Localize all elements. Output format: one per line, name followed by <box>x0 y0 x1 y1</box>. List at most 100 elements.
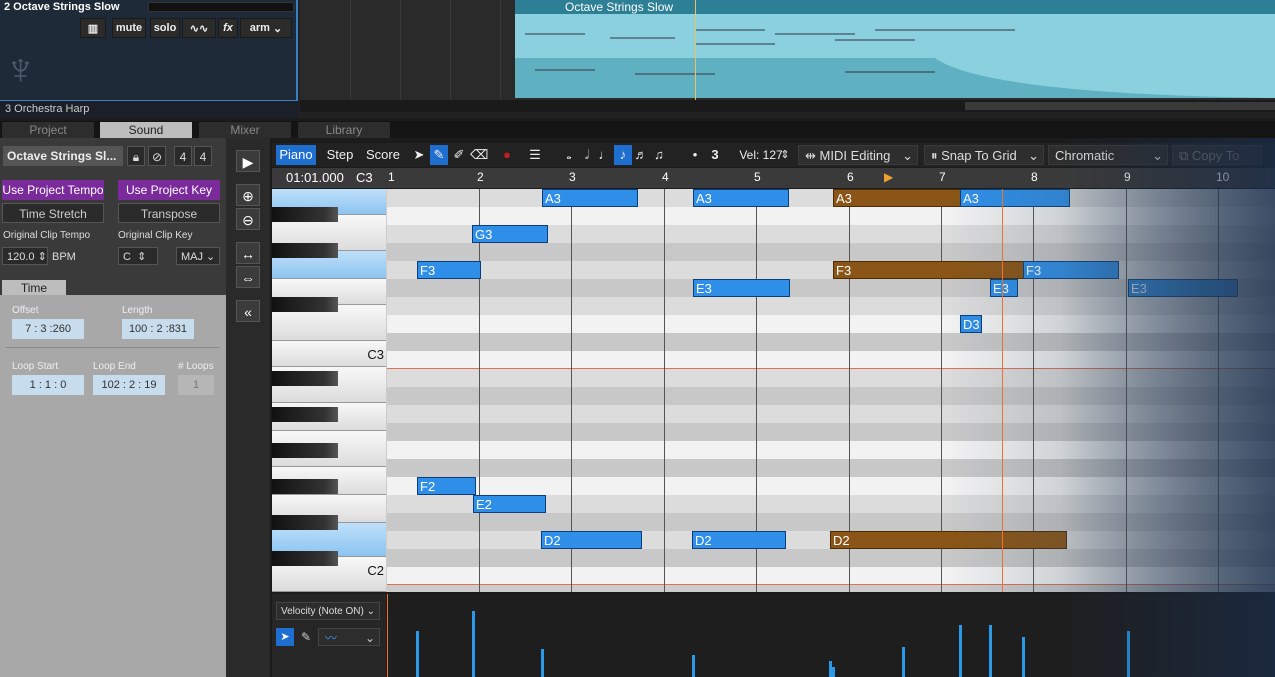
tempo-input[interactable]: 120.0 ⇕ <box>2 247 48 265</box>
solo-button[interactable]: solo <box>150 18 180 38</box>
zoom-in-icon[interactable]: ⊕ <box>236 184 260 206</box>
mute-button[interactable]: mute <box>112 18 146 38</box>
velocity-bar[interactable] <box>989 625 992 677</box>
midi-note[interactable]: A3 <box>542 189 638 207</box>
dotted-note-icon[interactable]: • <box>686 145 704 165</box>
tab-piano[interactable]: Piano <box>276 145 316 165</box>
playhead-marker-icon[interactable]: ▶ <box>884 170 893 184</box>
velocity-bar[interactable] <box>1127 631 1130 677</box>
black-key[interactable] <box>272 207 338 222</box>
midi-note[interactable]: E2 <box>473 495 546 513</box>
loop-start-field[interactable]: 1 : 1 : 0 <box>12 375 84 395</box>
clip-header[interactable]: Octave Strings Slow <box>515 0 1275 14</box>
copy-to-button[interactable]: ⧉ Copy To <box>1172 145 1262 165</box>
whole-note-icon[interactable]: 𝅝 <box>560 145 578 165</box>
triplet-button[interactable]: 3 <box>706 145 724 165</box>
tab-project[interactable]: Project <box>2 122 94 138</box>
snap-dropdown[interactable]: ⏸ Snap To Grid ⌄ <box>924 145 1044 165</box>
track-name[interactable]: 2 Octave Strings Slow <box>4 1 120 13</box>
velocity-bar[interactable] <box>832 667 835 677</box>
tab-mixer[interactable]: Mixer <box>199 122 291 138</box>
automation-icon[interactable]: ∿∿ <box>182 18 216 38</box>
pencil-icon[interactable]: ✎ <box>430 145 448 165</box>
tab-sound[interactable]: Sound <box>100 122 192 138</box>
loops-field[interactable]: 1 <box>178 375 214 395</box>
bar-ruler[interactable]: 01:01.000 C3 1 2 3 4 5 6 7 8 9 10 ▶ <box>272 168 1275 188</box>
midi-note[interactable]: A3 <box>693 189 789 207</box>
transpose-button[interactable]: Transpose <box>118 203 220 223</box>
black-key[interactable] <box>272 551 338 566</box>
note-grid[interactable]: A3 A3 A3 A3 G3 F3 F3 F3 E3 E3 E3 D3 F2 E… <box>387 189 1275 592</box>
tab-library[interactable]: Library <box>298 122 390 138</box>
loop-end-field[interactable]: 102 : 2 : 19 <box>93 375 165 395</box>
pencil-icon[interactable]: ✎ <box>298 628 314 646</box>
black-key[interactable] <box>272 443 338 458</box>
velocity-bar[interactable] <box>902 647 905 677</box>
scrollbar-thumb[interactable] <box>965 102 1275 110</box>
midi-note[interactable]: E3 <box>693 279 790 297</box>
velocity-bar[interactable] <box>692 655 695 677</box>
midi-clip[interactable]: Octave Strings Slow <box>515 0 1275 98</box>
track-name-3[interactable]: 3 Orchestra Harp <box>5 103 89 115</box>
piano-roll[interactable]: C3 C2 A3 A3 A3 G3 F3 F3 E3 F2 E2 D2 D2 D… <box>272 189 1275 592</box>
velocity-spinner-icon[interactable]: ⇕ <box>776 145 794 165</box>
curve-tool-dropdown[interactable]: 〰 ⌄ <box>318 628 380 646</box>
black-key[interactable] <box>272 407 338 422</box>
velocity-bars-area[interactable] <box>386 594 1275 677</box>
quarter-note-icon[interactable]: ♩ <box>596 145 614 165</box>
use-project-tempo-button[interactable]: Use Project Tempo <box>2 180 104 200</box>
clip-name-field[interactable]: Octave Strings Sl... <box>3 146 123 166</box>
velocity-bar[interactable] <box>416 631 419 677</box>
midi-note[interactable]: D2 <box>541 531 642 549</box>
disable-icon[interactable]: ⊘ <box>148 146 166 166</box>
brush-icon[interactable]: ✐ <box>450 145 468 165</box>
time-sig-denominator[interactable]: 4 <box>194 146 212 166</box>
fx-button[interactable]: fx <box>218 18 238 38</box>
eighth-note-icon[interactable]: ♪ <box>614 145 632 165</box>
offset-field[interactable]: 7 : 3 :260 <box>12 319 84 339</box>
black-key[interactable] <box>272 243 338 258</box>
midi-note[interactable]: F3 <box>417 261 481 279</box>
length-field[interactable]: 100 : 2 :831 <box>122 319 194 339</box>
horizontal-scrollbar[interactable] <box>300 100 1275 112</box>
eraser-icon[interactable]: ⌫ <box>470 145 488 165</box>
velocity-bar[interactable] <box>541 649 544 677</box>
tab-time[interactable]: Time <box>2 280 66 296</box>
black-key[interactable] <box>272 479 338 494</box>
pointer-icon[interactable]: ➤ <box>410 145 428 165</box>
midi-note[interactable]: F2 <box>417 477 476 495</box>
time-stretch-button[interactable]: Time Stretch <box>2 203 104 223</box>
midi-editing-dropdown[interactable]: ⇹ MIDI Editing ⌄ <box>798 145 918 165</box>
midi-note[interactable]: D2 <box>692 531 786 549</box>
play-icon[interactable]: ▶ <box>236 150 260 172</box>
black-key[interactable] <box>272 297 338 312</box>
thirtysecond-note-icon[interactable]: ♫ <box>650 145 668 165</box>
key-input[interactable]: C ⇕ <box>118 247 158 265</box>
shrink-horizontal-icon[interactable]: ⇔ <box>236 266 260 288</box>
tab-score[interactable]: Score <box>362 145 404 165</box>
velocity-bar[interactable] <box>1022 637 1025 677</box>
velocity-bar[interactable] <box>472 611 475 677</box>
arm-button[interactable]: arm ⌄ <box>240 18 292 38</box>
velocity-selector[interactable]: Velocity (Note ON) ⌄ <box>276 602 380 620</box>
scale-dropdown[interactable]: Chromatic ⌄ <box>1048 145 1168 165</box>
zoom-out-icon[interactable]: ⊖ <box>236 208 260 230</box>
velocity-bar[interactable] <box>959 625 962 677</box>
piano-icon[interactable]: ▥ <box>80 18 106 38</box>
black-key[interactable] <box>272 371 338 386</box>
piano-keyboard[interactable]: C3 C2 <box>272 189 386 592</box>
black-key[interactable] <box>272 515 338 530</box>
tab-step[interactable]: Step <box>320 145 360 165</box>
midi-note[interactable]: A3 <box>833 189 961 207</box>
expand-horizontal-icon[interactable]: ↔ <box>236 242 260 264</box>
pointer-icon[interactable]: ➤ <box>276 628 294 646</box>
half-note-icon[interactable]: 𝅗𝅥 <box>578 145 596 165</box>
time-sig-numerator[interactable]: 4 <box>174 146 192 166</box>
use-project-key-button[interactable]: Use Project Key <box>118 180 220 200</box>
midi-note[interactable]: G3 <box>472 225 548 243</box>
lock-icon[interactable]: 🔒︎ <box>127 146 145 166</box>
quantize-icon[interactable]: ☰ <box>522 145 548 165</box>
record-icon[interactable]: ● <box>498 145 516 165</box>
sixteenth-note-icon[interactable]: ♬ <box>632 145 650 165</box>
collapse-panel-icon[interactable]: « <box>236 300 260 322</box>
